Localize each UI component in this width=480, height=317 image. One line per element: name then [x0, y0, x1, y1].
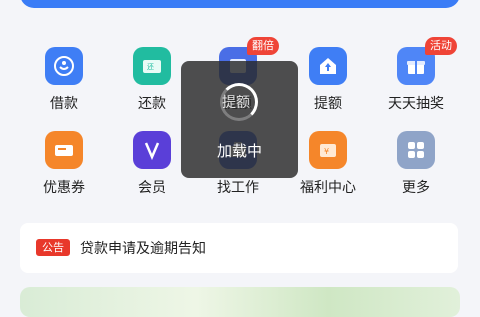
- grid-label: 天天抽奖: [388, 96, 444, 112]
- loading-ghost-label: 提额: [222, 95, 250, 111]
- welfare-tile: ¥: [309, 131, 347, 169]
- grid-label: 会员: [138, 180, 166, 196]
- coupon-icon: [55, 145, 73, 156]
- raise-limit-tile: [309, 47, 347, 85]
- promo-banner[interactable]: [20, 287, 460, 317]
- loan-icon: [54, 56, 74, 76]
- grid-label: 借款: [50, 96, 78, 112]
- grid-label: 提额: [314, 96, 342, 112]
- svg-text:还: 还: [147, 63, 154, 71]
- grid-label: 更多: [402, 180, 430, 196]
- coupon-tile: [45, 131, 83, 169]
- grid-label: 找工作: [217, 180, 259, 196]
- loading-toast: 提额 加载中: [181, 61, 298, 178]
- more-tile: [397, 131, 435, 169]
- grid-label: 福利中心: [300, 180, 356, 196]
- notice-bar[interactable]: 公告 贷款申请及逾期告知: [20, 223, 458, 273]
- loan-tile: [45, 47, 83, 85]
- grid-item-lottery[interactable]: 活动 天天抽奖: [376, 37, 457, 113]
- raise-limit-icon: [320, 58, 336, 74]
- svg-text:¥: ¥: [324, 147, 329, 156]
- grid-item-member[interactable]: 会员: [112, 131, 192, 197]
- repay-tile: 还: [133, 47, 171, 85]
- loading-text: 加载中: [216, 142, 262, 160]
- gift-icon: [407, 61, 425, 74]
- grid-item-loan[interactable]: 借款: [24, 47, 104, 113]
- welfare-icon: ¥: [320, 144, 336, 157]
- grid-item-raise-limit[interactable]: 提额: [288, 47, 368, 113]
- grid-item-repay[interactable]: 还 还款: [112, 47, 192, 113]
- member-tile: [133, 131, 171, 169]
- grid-item-more[interactable]: 更多: [376, 131, 456, 197]
- notice-badge: 公告: [36, 239, 70, 256]
- activity-badge: 活动: [425, 37, 457, 55]
- top-banner[interactable]: [20, 0, 460, 8]
- notice-text[interactable]: 贷款申请及逾期告知: [80, 238, 206, 258]
- member-icon: [144, 142, 160, 161]
- double-badge: 翻倍: [247, 37, 279, 55]
- grid-label: 优惠券: [43, 180, 85, 196]
- repay-icon: 还: [143, 60, 161, 73]
- grid-item-coupon[interactable]: 优惠券: [24, 131, 104, 197]
- gift-tile: 活动: [397, 37, 457, 85]
- grid-label: 还款: [138, 96, 166, 112]
- grid-item-welfare[interactable]: ¥ 福利中心: [288, 131, 368, 197]
- more-icon: [408, 142, 424, 158]
